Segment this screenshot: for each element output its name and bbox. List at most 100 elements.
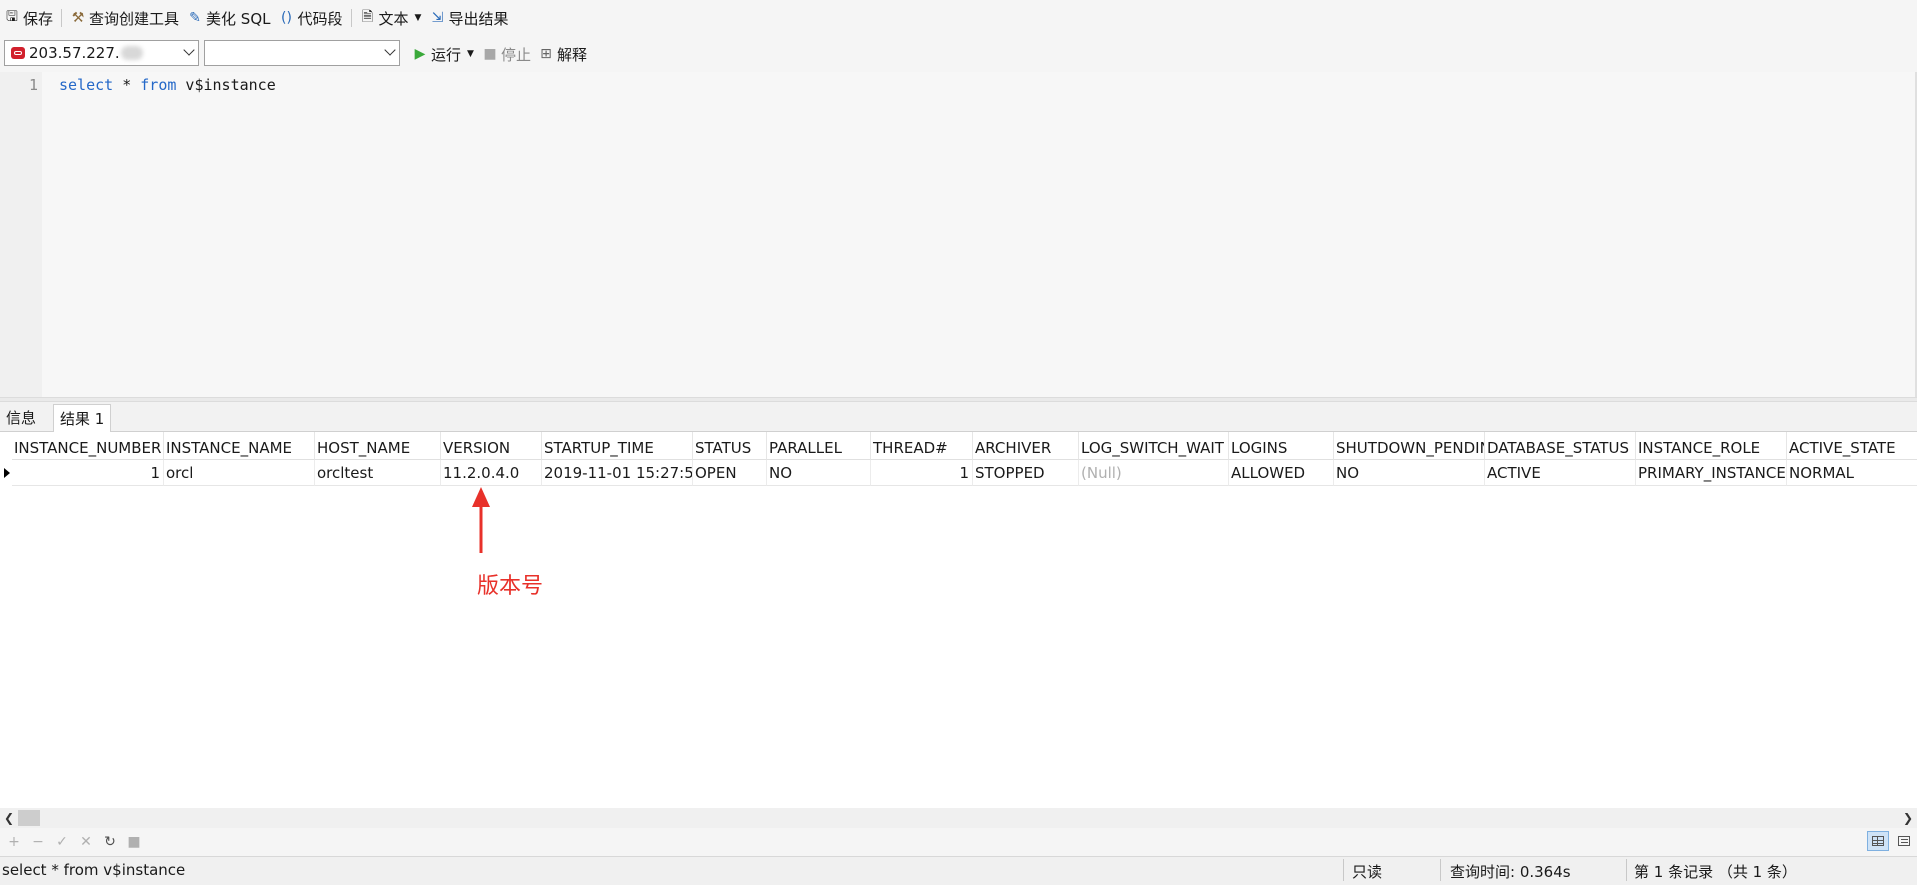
- scroll-thumb[interactable]: [18, 810, 40, 826]
- column-header[interactable]: INSTANCE_ROLE: [1636, 432, 1787, 460]
- run-toolbar: 203.57.227. ▶ 运行 ▼ ■ 停止 ⊞ 解释: [0, 36, 1917, 72]
- export-icon: ⇲: [431, 10, 444, 26]
- export-results-button[interactable]: ⇲ 导出结果: [425, 0, 512, 36]
- table-cell[interactable]: NO: [767, 460, 871, 486]
- apply-changes-icon[interactable]: ✓: [52, 834, 72, 850]
- annotation-label: 版本号: [477, 574, 544, 599]
- stop-icon: ■: [483, 46, 497, 62]
- column-header[interactable]: THREAD#: [871, 432, 973, 460]
- table-cell[interactable]: 1: [871, 460, 973, 486]
- column-header[interactable]: LOG_SWITCH_WAIT: [1079, 432, 1229, 460]
- grid-view-icon: [1872, 836, 1884, 846]
- record-navigation-bar: + − ✓ ✕ ↻ ■: [0, 828, 1917, 856]
- form-view-icon: [1898, 836, 1910, 846]
- discard-changes-icon[interactable]: ✕: [76, 834, 96, 850]
- scroll-left-icon[interactable]: ❮: [4, 811, 14, 825]
- current-row-icon: [4, 468, 10, 478]
- table-cell[interactable]: (Null): [1079, 460, 1229, 486]
- refresh-icon[interactable]: ↻: [100, 834, 120, 850]
- status-sql: select * from v$instance: [2, 861, 186, 879]
- table-cell[interactable]: STOPPED: [973, 460, 1079, 486]
- table-cell[interactable]: ALLOWED: [1229, 460, 1334, 486]
- explain-label: 解释: [557, 45, 588, 64]
- delete-record-icon[interactable]: −: [28, 834, 48, 850]
- table-cell[interactable]: NORMAL: [1787, 460, 1917, 486]
- table-cell[interactable]: 11.2.0.4.0: [441, 460, 542, 486]
- table-cell[interactable]: NO: [1334, 460, 1485, 486]
- beautify-sql-label: 美化 SQL: [206, 9, 271, 28]
- grid-horizontal-scrollbar[interactable]: ❮ ❯: [0, 808, 1917, 828]
- column-header[interactable]: ACTIVE_STATE: [1787, 432, 1917, 460]
- add-record-icon[interactable]: +: [4, 834, 24, 850]
- sql-code-line[interactable]: select * from v$instance: [59, 76, 276, 94]
- table-cell[interactable]: PRIMARY_INSTANCE: [1636, 460, 1787, 486]
- save-button[interactable]: 🖫 保存: [0, 0, 57, 36]
- dropdown-caret-icon: ▼: [414, 13, 422, 23]
- code-snippet-button[interactable]: () 代码段: [275, 0, 347, 36]
- table-cell[interactable]: 1: [12, 460, 164, 486]
- oracle-db-icon: [11, 47, 25, 59]
- status-divider: [1440, 859, 1441, 881]
- tab-info[interactable]: 信息: [0, 404, 42, 432]
- sql-keyword: select: [59, 76, 114, 94]
- column-header[interactable]: STARTUP_TIME: [542, 432, 693, 460]
- column-header[interactable]: DATABASE_STATUS: [1485, 432, 1636, 460]
- text-menu-button[interactable]: 🗎 文本 ▼: [356, 0, 426, 36]
- result-tabs: 信息 结果 1: [0, 402, 1917, 432]
- export-label: 导出结果: [448, 9, 509, 28]
- status-bar: select * from v$instance 只读 查询时间: 0.364s…: [0, 856, 1917, 885]
- database-select[interactable]: [204, 40, 400, 66]
- save-label: 保存: [23, 9, 54, 28]
- column-header[interactable]: SHUTDOWN_PENDING: [1334, 432, 1485, 460]
- text-label: 文本: [378, 9, 409, 28]
- table-cell[interactable]: OPEN: [693, 460, 767, 486]
- tab-result-1[interactable]: 结果 1: [53, 404, 112, 432]
- column-header[interactable]: PARALLEL: [767, 432, 871, 460]
- column-header[interactable]: STATUS: [693, 432, 767, 460]
- chevron-down-icon: [384, 44, 396, 56]
- query-builder-button[interactable]: ⚒ 查询创建工具: [66, 0, 183, 36]
- stop-icon[interactable]: ■: [124, 834, 144, 850]
- main-toolbar: 🖫 保存 ⚒ 查询创建工具 ✎ 美化 SQL () 代码段 🗎 文本 ▼ ⇲ 导…: [0, 0, 1917, 36]
- braces-icon: (): [281, 10, 292, 26]
- result-grid: INSTANCE_NUMBER INSTANCE_NAME HOST_NAME …: [0, 432, 1917, 807]
- column-header[interactable]: INSTANCE_NUMBER: [12, 432, 164, 460]
- status-divider: [1343, 859, 1344, 881]
- table-cell[interactable]: orcltest: [315, 460, 441, 486]
- beautify-sql-button[interactable]: ✎ 美化 SQL: [183, 0, 274, 36]
- connection-select[interactable]: 203.57.227.: [4, 40, 199, 66]
- magic-wand-icon: ✎: [189, 10, 201, 26]
- explain-button[interactable]: ⊞ 解释: [534, 36, 591, 72]
- sql-text: *: [113, 76, 141, 94]
- play-icon: ▶: [414, 46, 426, 62]
- stop-button[interactable]: ■ 停止: [478, 36, 535, 72]
- annotation-arrow: [472, 487, 490, 553]
- sql-text: v$instance: [176, 76, 276, 94]
- query-builder-label: 查询创建工具: [89, 9, 180, 28]
- sql-keyword: from: [140, 76, 177, 94]
- redacted-text: [120, 46, 143, 60]
- column-header[interactable]: HOST_NAME: [315, 432, 441, 460]
- scroll-right-icon[interactable]: ❯: [1903, 811, 1913, 825]
- column-header[interactable]: INSTANCE_NAME: [164, 432, 315, 460]
- run-button[interactable]: ▶ 运行 ▼: [408, 36, 478, 72]
- dropdown-caret-icon: ▼: [467, 49, 474, 59]
- status-readonly: 只读: [1352, 863, 1383, 881]
- table-cell[interactable]: ACTIVE: [1485, 460, 1636, 486]
- hammer-icon: ⚒: [71, 10, 85, 26]
- line-number: 1: [28, 76, 38, 94]
- column-header[interactable]: LOGINS: [1229, 432, 1334, 460]
- status-record-count: 第 1 条记录 （共 1 条）: [1634, 863, 1797, 881]
- table-cell[interactable]: orcl: [164, 460, 315, 486]
- toolbar-divider: [61, 9, 63, 27]
- sql-editor[interactable]: 1 select * from v$instance: [0, 72, 1917, 397]
- status-divider: [1626, 859, 1627, 881]
- line-number-gutter: 1: [0, 72, 42, 397]
- column-header[interactable]: ARCHIVER: [973, 432, 1079, 460]
- form-view-button[interactable]: [1893, 831, 1915, 851]
- column-header[interactable]: VERSION: [441, 432, 542, 460]
- grid-view-button[interactable]: [1867, 831, 1889, 851]
- table-cell[interactable]: 2019-11-01 15:27:50: [542, 460, 693, 486]
- document-icon: 🗎: [361, 9, 374, 25]
- explain-icon: ⊞: [540, 46, 552, 62]
